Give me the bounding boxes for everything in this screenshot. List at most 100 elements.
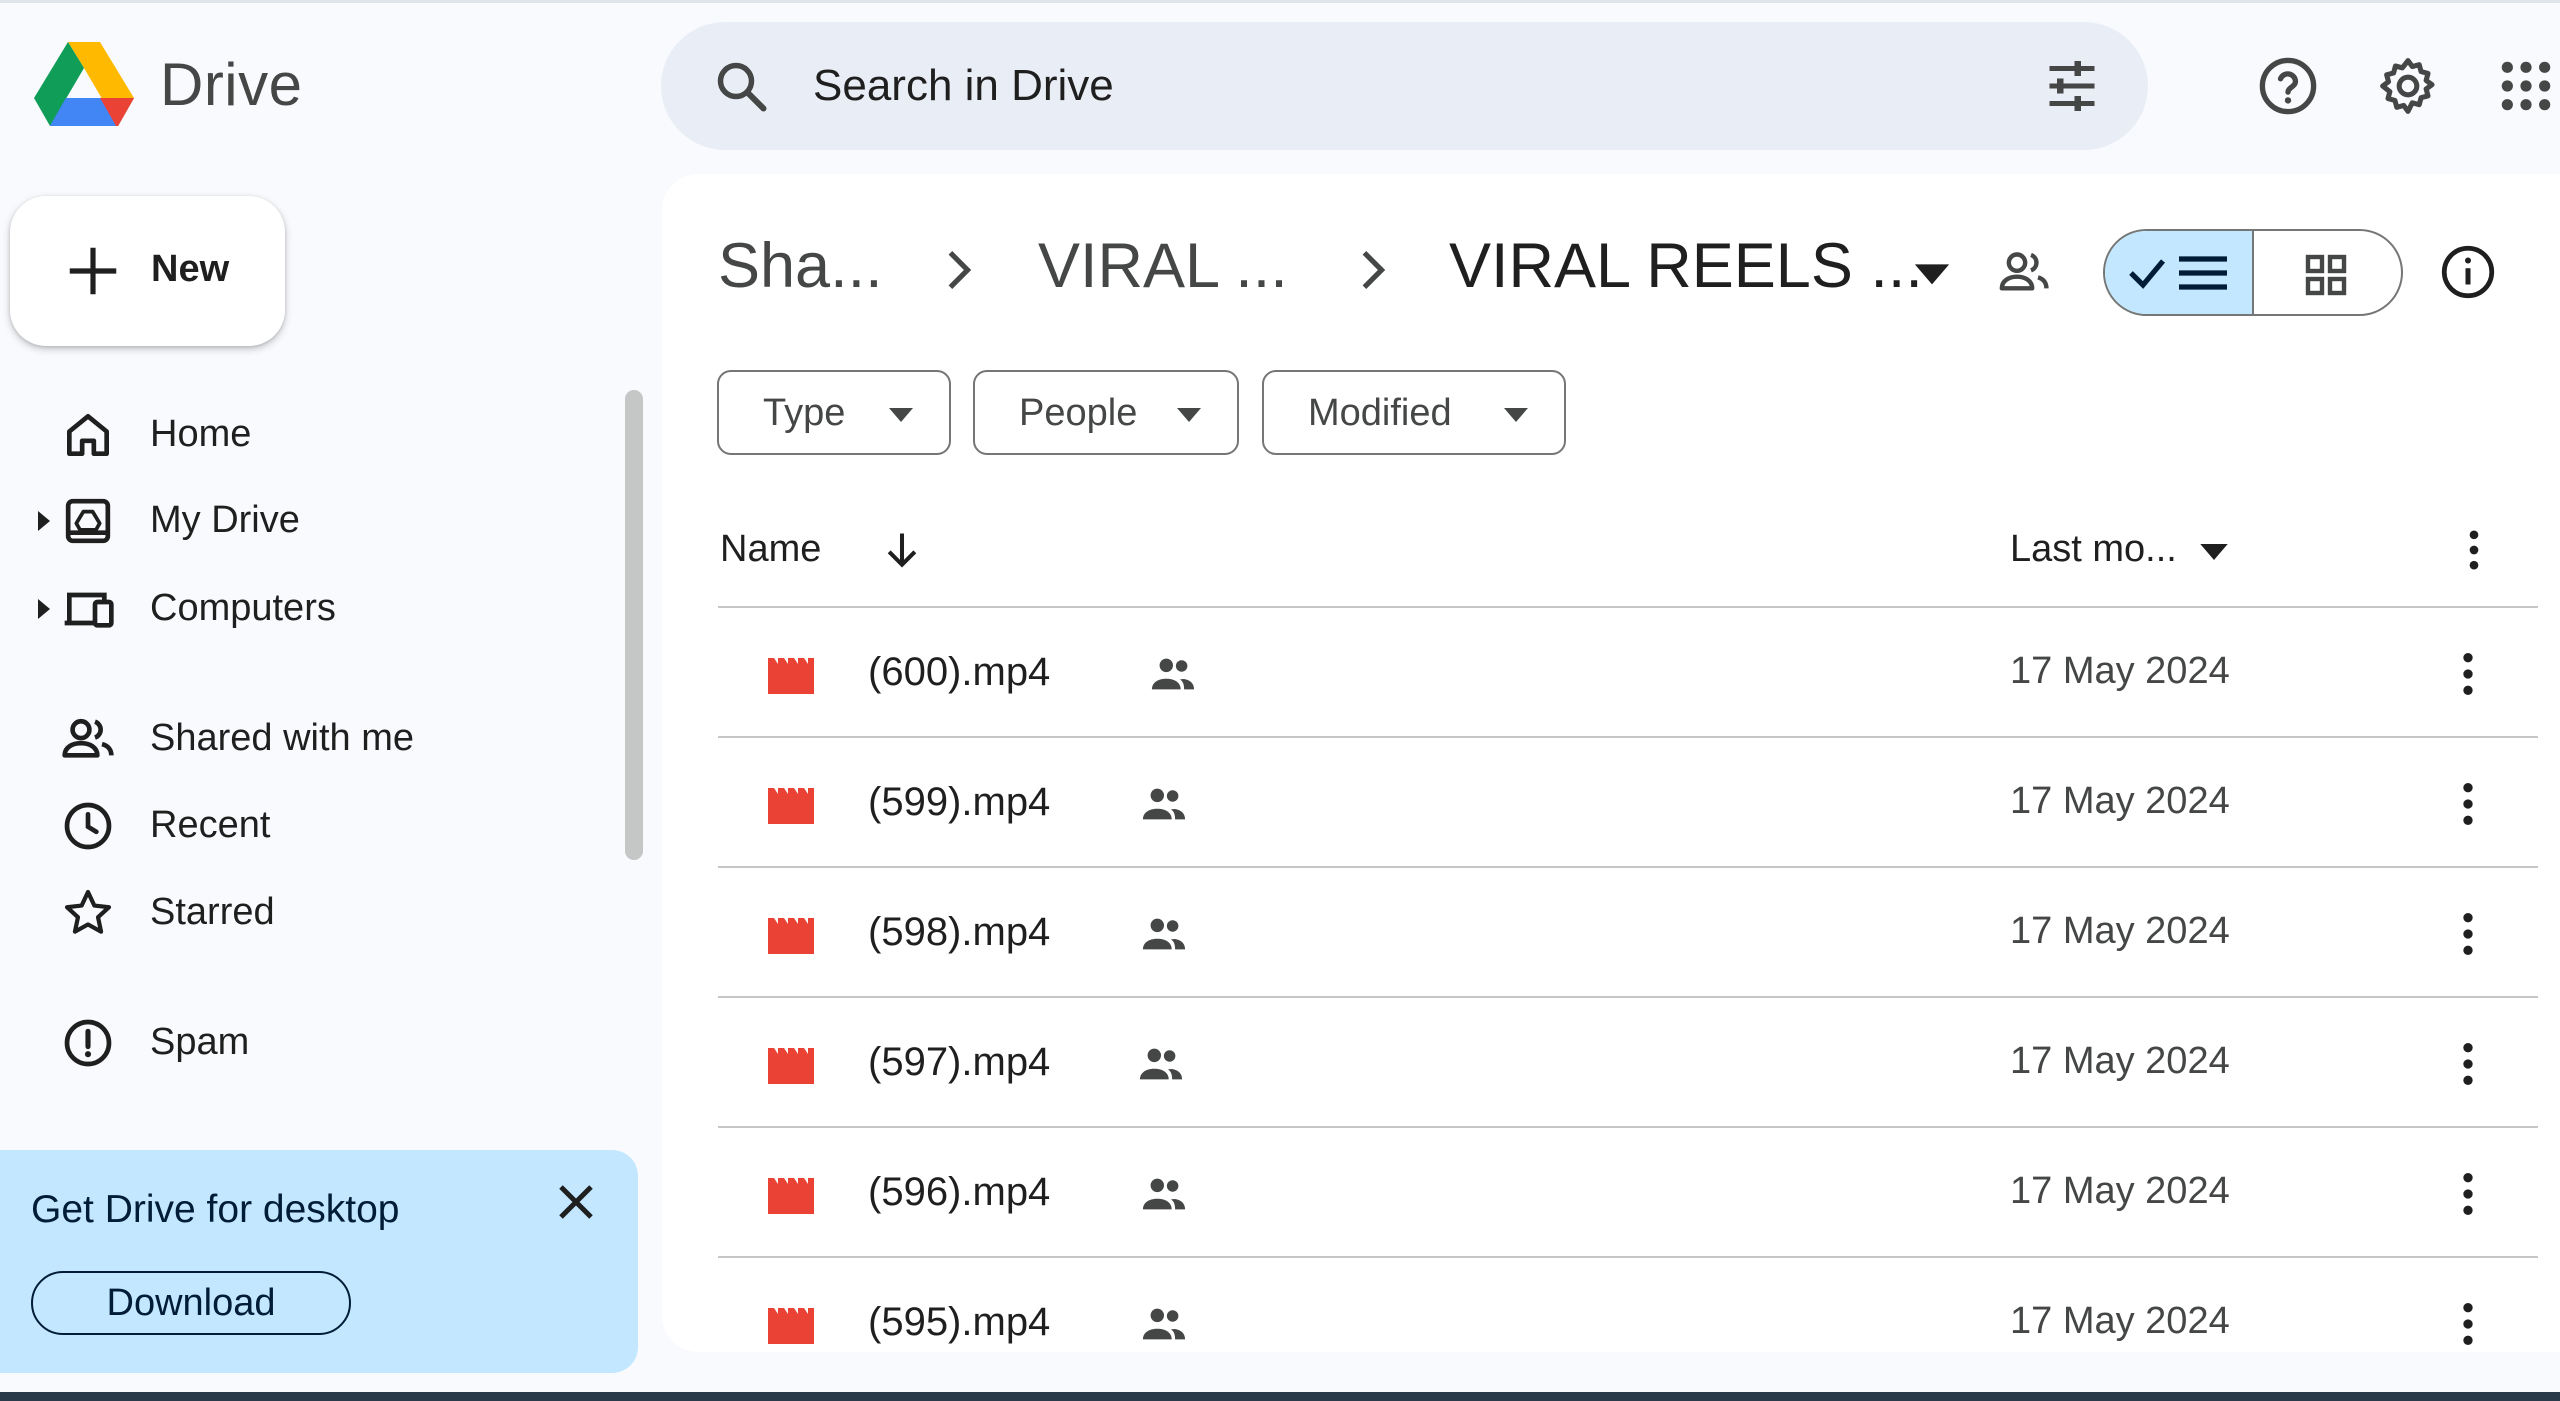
table-row[interactable]: (599).mp4 17 May 2024 [718,738,2538,868]
breadcrumb-item-current[interactable]: VIRAL REELS ... [1449,230,1923,302]
more-vert-icon[interactable] [2440,776,2496,832]
video-file-icon [768,918,814,954]
modified-date: 17 May 2024 [2010,1040,2230,1082]
filter-chip-people[interactable]: People [973,370,1239,455]
shared-icon [1151,658,1195,690]
sidebar-item-shared-with-me[interactable]: Shared with me [30,699,590,777]
promo-title: Get Drive for desktop [31,1188,400,1231]
search-input[interactable] [813,52,1913,120]
file-name[interactable]: (597).mp4 [868,1040,1050,1085]
list-view-icon [2129,256,2227,290]
close-icon[interactable] [546,1172,606,1232]
search-bar[interactable] [661,22,2148,150]
more-vert-icon[interactable] [2440,1036,2496,1092]
download-button[interactable]: Download [31,1271,351,1335]
sidebar-item-label: Home [150,413,252,455]
info-icon[interactable] [2438,242,2498,302]
breadcrumb-item-viral[interactable]: VIRAL ... [1038,230,1288,302]
sidebar-item-home[interactable]: Home [30,395,590,473]
video-file-icon [768,658,814,694]
drive-logo[interactable] [34,40,134,130]
video-file-icon [768,1308,814,1344]
taskbar-edge [0,1392,2560,1401]
grid-view-button[interactable] [2254,231,2401,314]
expand-arrow-icon[interactable] [36,599,52,619]
more-vert-icon[interactable] [2448,524,2500,576]
sidebar-scrollbar[interactable] [625,390,643,860]
sidebar-item-recent[interactable]: Recent [30,786,590,864]
clock-icon [64,802,112,850]
table-row[interactable]: (598).mp4 17 May 2024 [718,868,2538,998]
plus-icon [69,247,117,295]
home-icon [67,414,109,456]
chip-label: Modified [1308,392,1452,434]
sidebar-item-label: Recent [150,804,271,846]
caret-down-icon [1177,408,1201,422]
my-drive-icon [65,498,111,544]
desktop-promo: Get Drive for desktop Download [0,1150,638,1373]
sidebar-item-spam[interactable]: Spam [30,1003,590,1081]
sidebar-item-label: Starred [150,891,275,933]
apps-icon[interactable] [2494,54,2558,118]
more-vert-icon[interactable] [2440,1296,2496,1352]
chevron-right-icon [1362,251,1386,289]
file-name[interactable]: (600).mp4 [868,650,1050,695]
sidebar-item-my-drive[interactable]: My Drive [30,481,590,559]
people-icon [62,718,114,758]
video-file-icon [768,788,814,824]
video-file-icon [768,1178,814,1214]
modified-date: 17 May 2024 [2010,910,2230,952]
sidebar-item-starred[interactable]: Starred [30,873,590,951]
more-vert-icon[interactable] [2440,1166,2496,1222]
sidebar-item-label: Shared with me [150,717,415,759]
view-toggle [2103,229,2403,316]
main-panel: Sha... VIRAL ... VIRAL REELS ... Type Pe… [662,174,2560,1352]
search-icon[interactable] [711,56,771,116]
file-name[interactable]: (599).mp4 [868,780,1050,825]
modified-date: 17 May 2024 [2010,1300,2230,1342]
sidebar-item-computers[interactable]: Computers [30,569,590,647]
table-row[interactable]: (600).mp4 17 May 2024 [718,608,2538,738]
file-name[interactable]: (596).mp4 [868,1170,1050,1215]
column-header-name[interactable]: Name [720,528,821,571]
expand-arrow-icon[interactable] [36,511,52,531]
file-name[interactable]: (595).mp4 [868,1300,1050,1345]
sidebar-item-label: Spam [150,1021,250,1063]
new-button[interactable]: New [10,196,285,346]
settings-icon[interactable] [2376,54,2440,118]
table-row[interactable]: (597).mp4 17 May 2024 [718,998,2538,1128]
help-icon[interactable] [2256,54,2320,118]
more-vert-icon[interactable] [2440,646,2496,702]
column-header-last-modified[interactable]: Last mo... [2010,528,2177,571]
video-file-icon [768,1048,814,1084]
modified-date: 17 May 2024 [2010,650,2230,692]
star-icon [64,889,112,934]
list-view-button[interactable] [2105,231,2254,314]
tune-icon[interactable] [2042,56,2102,116]
shared-icon [1139,1048,1183,1080]
shared-icon [1142,1308,1186,1340]
filter-chip-modified[interactable]: Modified [1262,370,1566,455]
top-border [0,0,2560,3]
brand-name: Drive [160,51,303,118]
file-name[interactable]: (598).mp4 [868,910,1050,955]
shared-icon [1142,918,1186,950]
new-button-label: New [151,248,230,290]
shared-folder-icon[interactable] [1996,244,2052,300]
chevron-right-icon [948,251,972,289]
modified-date: 17 May 2024 [2010,1170,2230,1212]
shared-icon [1142,1178,1186,1210]
caret-down-icon[interactable] [2198,544,2230,560]
chip-label: Type [763,392,846,434]
table-row[interactable]: (596).mp4 17 May 2024 [718,1128,2538,1258]
breadcrumb-item-shared[interactable]: Sha... [718,230,883,302]
sidebar-item-label: My Drive [150,499,300,541]
more-vert-icon[interactable] [2440,906,2496,962]
shared-icon [1142,788,1186,820]
caret-down-icon[interactable] [1912,258,1952,288]
sort-arrow-down-icon[interactable] [880,528,924,572]
caret-down-icon [889,408,913,422]
filter-chip-type[interactable]: Type [717,370,951,455]
table-row[interactable]: (595).mp4 17 May 2024 [718,1258,2538,1352]
caret-down-icon [1504,408,1528,422]
